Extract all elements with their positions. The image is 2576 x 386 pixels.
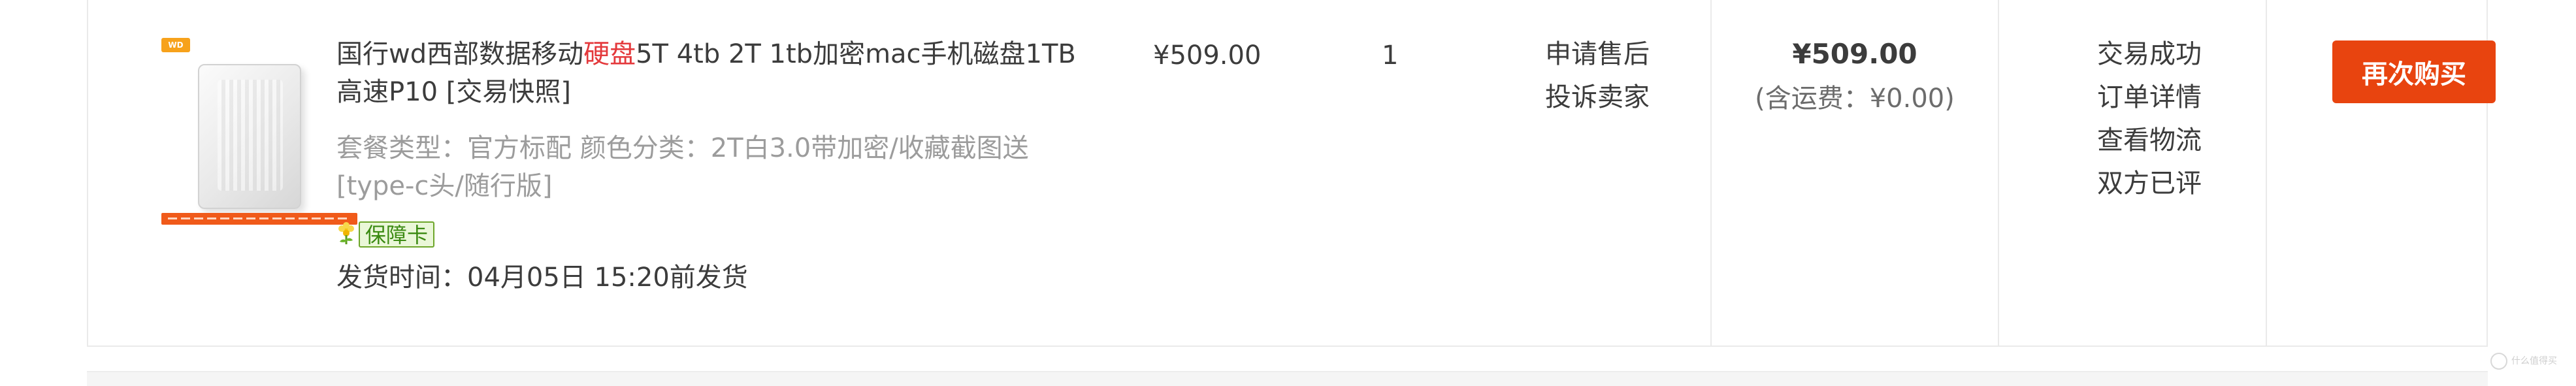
status-links: 交易成功 订单详情 查看物流 双方已评 xyxy=(2097,33,2202,205)
ship-time: 发货时间：04月05日 15:20前发货 xyxy=(336,263,748,293)
product-title-keyword: 硬盘 xyxy=(583,39,636,69)
flower-badge-icon xyxy=(336,222,356,247)
promo-ribbon xyxy=(161,213,357,225)
order-item-card: WD 国行wd西部数据移动硬盘5T 4tb 2T 1tb加密mac手机磁盘1TB… xyxy=(87,0,2496,347)
aftersale-links: 申请售后 投诉卖家 xyxy=(1545,33,1650,119)
unit-price-cell: ¥509.00 xyxy=(1075,0,1264,346)
aftersale-cell: 申请售后 投诉卖家 xyxy=(1460,0,1712,346)
watermark-text: 什么值得买 xyxy=(2511,356,2557,366)
hard-drive-image xyxy=(198,64,301,209)
logo-circle-icon xyxy=(2490,353,2507,370)
review-status-link[interactable]: 双方已评 xyxy=(2097,162,2202,205)
complain-seller-link[interactable]: 投诉卖家 xyxy=(1545,76,1650,119)
product-cell: WD 国行wd西部数据移动硬盘5T 4tb 2T 1tb加密mac手机磁盘1TB… xyxy=(88,0,1076,346)
trade-status: 交易成功 xyxy=(2097,39,2202,69)
action-cell: 再次购买 xyxy=(2267,0,2496,346)
total-amount: ¥509.00 xyxy=(1792,38,1917,70)
guarantee-label: 保障卡 xyxy=(359,221,435,248)
guarantee-card[interactable]: 保障卡 xyxy=(336,219,435,249)
order-list-page: WD 国行wd西部数据移动硬盘5T 4tb 2T 1tb加密mac手机磁盘1TB… xyxy=(0,0,2576,386)
unit-price: ¥509.00 xyxy=(1153,40,1262,71)
total-cell: ¥509.00 (含运费：¥0.00) xyxy=(1712,0,1999,346)
product-title-link[interactable]: 国行wd西部数据移动硬盘5T 4tb 2T 1tb加密mac手机磁盘1TB高速P… xyxy=(336,35,1088,111)
status-cell: 交易成功 订单详情 查看物流 双方已评 xyxy=(1999,0,2267,346)
product-thumbnail[interactable]: WD xyxy=(161,38,357,227)
rebuy-button[interactable]: 再次购买 xyxy=(2332,40,2496,103)
next-order-header-strip xyxy=(87,371,2488,386)
brand-badge: WD xyxy=(161,38,190,52)
request-aftersale-link[interactable]: 申请售后 xyxy=(1545,33,1650,76)
watermark: 什么值得买 xyxy=(2490,353,2557,370)
product-title-part: 国行wd西部数据移动 xyxy=(336,39,584,69)
quantity-cell: 1 xyxy=(1264,0,1460,346)
product-info: 国行wd西部数据移动硬盘5T 4tb 2T 1tb加密mac手机磁盘1TB高速P… xyxy=(336,35,1088,297)
shipping-fee: (含运费：¥0.00) xyxy=(1755,84,1955,114)
product-specs: 套餐类型：官方标配 颜色分类：2T白3.0带加密/收藏截图送[type-c头/随… xyxy=(336,133,1029,201)
quantity-value: 1 xyxy=(1382,40,1399,71)
order-detail-link[interactable]: 订单详情 xyxy=(2097,76,2202,119)
view-logistics-link[interactable]: 查看物流 xyxy=(2097,119,2202,162)
